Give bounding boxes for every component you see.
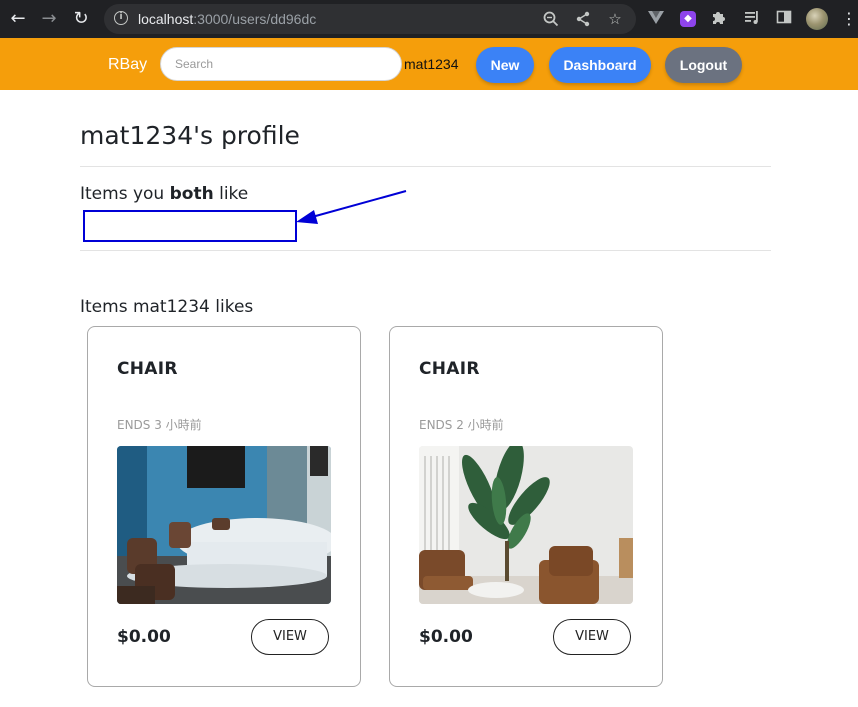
new-button[interactable]: New xyxy=(476,47,534,83)
item-price: $0.00 xyxy=(419,627,473,647)
search-input[interactable] xyxy=(160,47,402,81)
annotation-highlight-box xyxy=(83,210,297,242)
dashboard-button[interactable]: Dashboard xyxy=(549,47,651,83)
url-path: :3000/users/dd96dc xyxy=(193,11,317,27)
divider xyxy=(80,250,771,251)
back-arrow-icon[interactable]: ← xyxy=(7,8,29,30)
item-title: CHAIR xyxy=(419,359,480,379)
zoom-icon[interactable] xyxy=(542,10,560,28)
share-icon[interactable] xyxy=(574,10,592,28)
url-text[interactable]: localhost:3000/users/dd96dc xyxy=(138,10,316,28)
item-ends: ENDS 3 小時前 xyxy=(117,418,202,432)
side-panel-icon[interactable] xyxy=(773,8,795,30)
browser-toolbar: ← → ↻ i localhost:3000/users/dd96dc ☆ ◆ … xyxy=(0,0,858,38)
item-image[interactable] xyxy=(419,446,633,604)
profile-avatar[interactable] xyxy=(806,8,828,30)
reload-icon[interactable]: ↻ xyxy=(70,8,92,30)
view-button[interactable]: VIEW xyxy=(251,619,329,655)
item-ends: ENDS 2 小時前 xyxy=(419,418,504,432)
username-label[interactable]: mat1234 xyxy=(404,56,458,72)
app-header: RBay mat1234 New Dashboard Logout xyxy=(0,38,858,90)
both-like-heading: Items you both like xyxy=(80,183,248,205)
brand-link[interactable]: RBay xyxy=(108,56,147,74)
item-title: CHAIR xyxy=(117,359,178,379)
logout-button[interactable]: Logout xyxy=(665,47,742,83)
address-bar[interactable]: i localhost:3000/users/dd96dc ☆ xyxy=(104,4,636,34)
item-price: $0.00 xyxy=(117,627,171,647)
extension-icon[interactable]: ◆ xyxy=(680,11,696,27)
view-button[interactable]: VIEW xyxy=(553,619,631,655)
both-like-suffix: like xyxy=(213,184,249,204)
divider xyxy=(80,166,771,167)
reading-list-icon[interactable] xyxy=(741,8,763,30)
puzzle-icon[interactable] xyxy=(708,8,730,30)
both-like-bold: both xyxy=(169,184,214,204)
item-image[interactable] xyxy=(117,446,331,604)
item-card: CHAIR ENDS 3 小時前 $0.00 VIEW xyxy=(87,326,361,687)
bookmark-star-icon[interactable]: ☆ xyxy=(606,10,624,28)
both-like-prefix: Items you xyxy=(80,184,170,204)
vue-devtools-icon[interactable] xyxy=(645,8,667,30)
page-title: mat1234's profile xyxy=(80,121,300,150)
item-card: CHAIR ENDS 2 小時前 $0.00 VIEW xyxy=(389,326,663,687)
url-host: localhost xyxy=(138,11,194,27)
forward-arrow-icon[interactable]: → xyxy=(38,8,60,30)
menu-kebab-icon[interactable]: ⋮ xyxy=(838,8,858,30)
site-info-icon[interactable]: i xyxy=(114,11,128,25)
user-likes-heading: Items mat1234 likes xyxy=(80,297,254,317)
